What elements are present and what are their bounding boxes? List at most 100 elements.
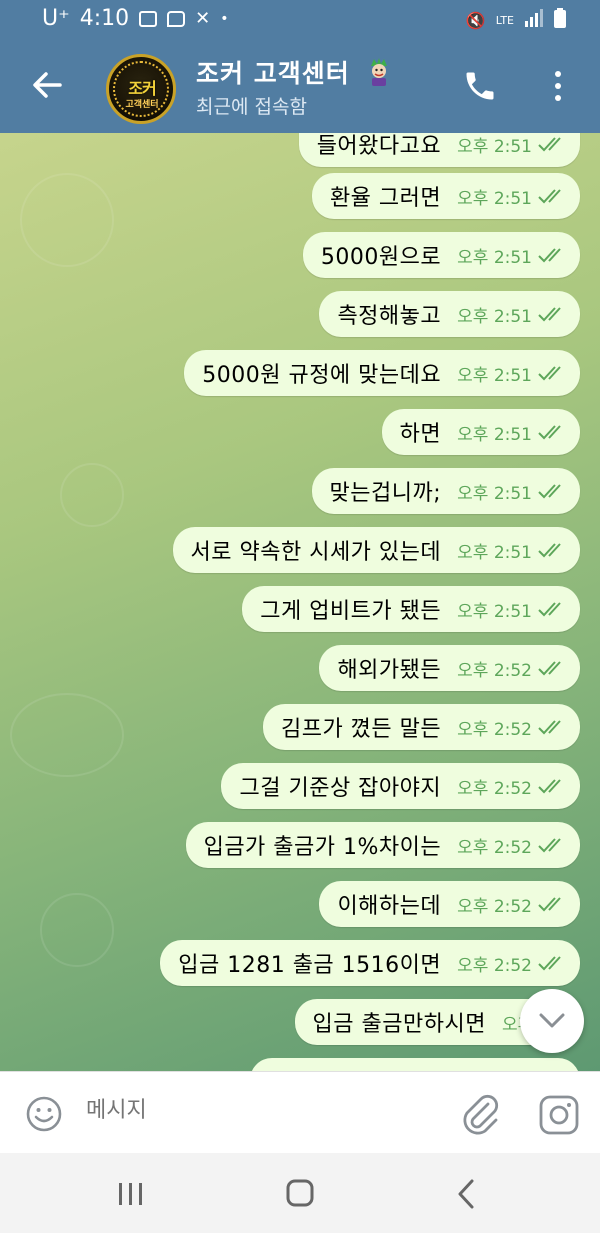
message-time: 오후 2:52 — [457, 719, 532, 740]
system-back-icon[interactable] — [448, 1177, 488, 1211]
message-time: 오후 2:51 — [457, 365, 532, 386]
avatar-logo-text: 조커 — [128, 79, 156, 98]
message-text: 김프가 꼈든 말든 — [280, 717, 442, 742]
double-check-icon — [538, 307, 561, 322]
message-meta: 오후 2:51 — [457, 243, 566, 268]
back-arrow-icon[interactable] — [30, 68, 64, 102]
message-bubble[interactable]: 들어왔다고요 오후 2:51 — [298, 133, 580, 167]
chevron-down-icon — [539, 1013, 565, 1028]
message-meta: 오후 2:51 — [457, 597, 566, 622]
message-bubble[interactable]: 측정해놓고 오후 2:51 — [319, 291, 580, 337]
message-meta: 오후 2:52 — [457, 774, 566, 799]
carrier-label: U⁺ — [42, 6, 70, 31]
message-time: 오후 2:52 — [457, 778, 532, 799]
chat-area[interactable]: 들어왔다고요 오후 2:51 환율 그러면 오후 2:51 5000원으로 오후… — [0, 133, 600, 1071]
clock: 4:10 — [79, 6, 130, 31]
message-time: 오후 2:51 — [457, 247, 532, 268]
home-icon[interactable] — [280, 1177, 320, 1211]
status-bar: U⁺ 4:10 ✕ • 🔇 LTE — [0, 0, 600, 40]
message-bubble[interactable]: 해외가됐든 오후 2:52 — [319, 645, 580, 691]
message-text: 그게 업비트가 됐든 — [260, 599, 442, 624]
message-bubble[interactable]: 서로 약속한 시세가 있는데 오후 2:51 — [172, 527, 580, 573]
message-bubble[interactable]: 그게 업비트가 됐든 오후 2:51 — [242, 586, 580, 632]
camera-icon[interactable] — [538, 1094, 580, 1136]
message-text: 환율 그러면 — [329, 186, 442, 211]
message-time: 오후 2:51 — [457, 188, 532, 209]
chat-title[interactable]: 조커 고객센터 — [196, 54, 391, 90]
message-bubble[interactable]: 그걸 기준상 잡아야지 오후 2:52 — [221, 763, 580, 809]
system-navigation-bar — [0, 1153, 600, 1233]
message-time: 오후 2:52 — [457, 955, 532, 976]
message-text: 맞는겁니까; — [329, 481, 442, 506]
battery-icon — [554, 8, 566, 32]
recent-apps-icon[interactable] — [110, 1177, 150, 1211]
message-bubble[interactable]: 입금가 출금가 1%차이는 오후 2:52 — [185, 822, 580, 868]
message-time: 오후 2:52 — [457, 660, 532, 681]
more-vertical-icon[interactable] — [548, 68, 568, 104]
message-meta: 오후 2:51 — [457, 479, 566, 504]
message-bubble[interactable]: 입금 1281 출금 1516이면 오후 2:52 — [160, 940, 580, 986]
message-input[interactable] — [86, 1098, 426, 1123]
message-meta: 오후 2:51 — [457, 420, 566, 445]
dot-icon: • — [220, 10, 229, 27]
message-bubble[interactable]: 환율 그러면 오후 2:51 — [311, 173, 580, 219]
double-check-icon — [538, 956, 561, 971]
message-time: 오후 2:51 — [457, 601, 532, 622]
double-check-icon — [538, 137, 561, 152]
message-bubble[interactable]: 맞는겁니까; 오후 2:51 — [311, 468, 580, 514]
message-time: 오후 2:52 — [457, 896, 532, 917]
chat-subtitle: 최근에 접속함 — [196, 96, 307, 118]
message-meta: 오후 2:51 — [457, 361, 566, 386]
message-bubble[interactable]: 5000원 규정에 맞는데요 오후 2:51 — [184, 350, 580, 396]
message-time: 오후 2:52 — [457, 837, 532, 858]
double-check-icon — [538, 838, 561, 853]
double-check-icon — [538, 189, 561, 204]
double-check-icon — [538, 897, 561, 912]
chat-header: 조커 고객센터 조커 고객센터 최근에 접속함 — [0, 40, 600, 133]
double-check-icon — [538, 366, 561, 381]
message-text: 입금 1281 출금 1516이면 — [178, 953, 442, 978]
message-time: 오후 2:51 — [457, 306, 532, 327]
double-check-icon — [538, 720, 561, 735]
double-check-icon — [538, 543, 561, 558]
scroll-down-button[interactable] — [520, 989, 584, 1053]
message-text: 이해하는데 — [337, 894, 442, 919]
background-doodle — [40, 893, 114, 967]
message-time: 오후 2:51 — [457, 542, 532, 563]
message-text: 들어왔다고요 — [316, 134, 442, 159]
message-bubble[interactable]: 하면 오후 2:51 — [381, 409, 580, 455]
message-bubble[interactable]: 이해하는데 오후 2:52 — [319, 881, 580, 927]
joker-emoji-icon — [371, 58, 388, 86]
message-meta: 오후 2:52 — [457, 892, 566, 917]
message-text: 해외가됐든 — [337, 658, 442, 683]
double-check-icon — [538, 661, 561, 676]
double-check-icon — [538, 779, 561, 794]
emoji-icon[interactable] — [25, 1095, 63, 1133]
background-doodle — [10, 693, 124, 777]
message-time: 오후 2:51 — [457, 483, 532, 504]
message-text: 측정해놓고 — [337, 304, 442, 329]
message-text: 입금가 출금가 1%차이는 — [203, 835, 442, 860]
message-meta: 오후 2:52 — [457, 951, 566, 976]
message-meta: 오후 2:52 — [457, 715, 566, 740]
message-text: 하면 — [399, 422, 442, 447]
gallery-notification-icon — [139, 10, 158, 27]
double-check-icon — [538, 484, 561, 499]
phone-icon[interactable] — [462, 68, 498, 104]
message-time: 오후 2:51 — [457, 136, 532, 157]
message-bubble[interactable]: 김프가 꼈든 말든 오후 2:52 — [262, 704, 580, 750]
avatar-logo-subtext: 고객센터 — [125, 100, 159, 110]
mute-icon: 🔇 — [465, 10, 486, 30]
double-check-icon — [538, 425, 561, 440]
message-text: 5000원으로 — [320, 245, 442, 270]
double-check-icon — [538, 248, 561, 263]
message-bubble[interactable]: 5000원으로 오후 2:51 — [302, 232, 580, 278]
message-meta: 오후 2:51 — [457, 133, 566, 157]
paperclip-icon[interactable] — [460, 1092, 500, 1136]
message-bubble-partial[interactable] — [250, 1058, 580, 1071]
chat-title-text: 조커 고객센터 — [196, 59, 350, 88]
message-text: 그걸 기준상 잡아야지 — [239, 776, 442, 801]
avatar[interactable]: 조커 고객센터 — [106, 54, 176, 124]
message-meta: 오후 2:52 — [457, 833, 566, 858]
message-meta: 오후 2:51 — [457, 538, 566, 563]
